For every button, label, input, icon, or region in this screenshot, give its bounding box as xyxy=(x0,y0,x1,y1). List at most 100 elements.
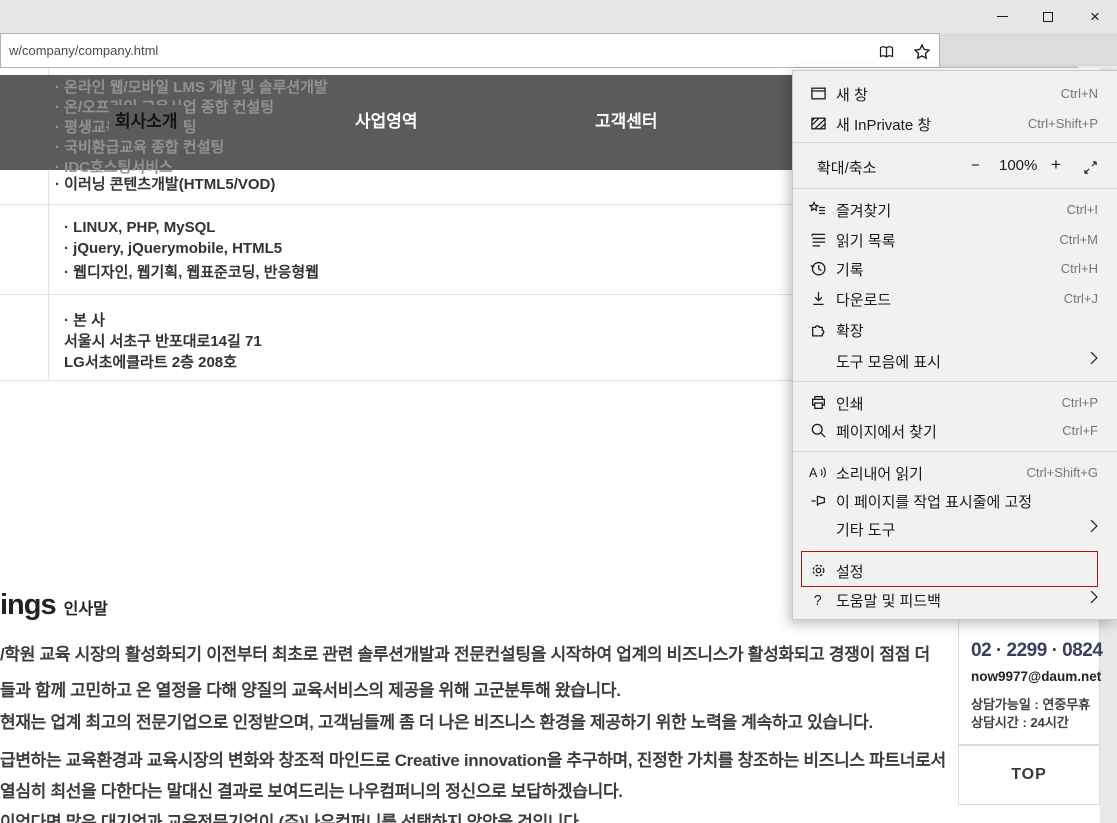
printer-icon xyxy=(809,393,827,411)
browser-toolbar: w/company/company.html xyxy=(0,33,1117,68)
title-bar: × xyxy=(0,0,1117,33)
svg-text:?: ? xyxy=(813,592,821,607)
tech-item: · jQuery, jQuerymobile, HTML5 xyxy=(64,240,282,257)
menu-label: 기록 xyxy=(836,259,864,280)
menu-label: 페이지에서 찾기 xyxy=(836,421,937,442)
menu-item-print[interactable]: 인쇄 Ctrl+P xyxy=(793,387,1117,417)
menu-label: 기타 도구 xyxy=(836,519,895,540)
greeting-heading: ings 인사말 xyxy=(0,589,108,622)
nav-item-company[interactable]: 회사소개 xyxy=(109,105,184,134)
menu-item-inprivate-window[interactable]: 새 InPrivate 창 Ctrl+Shift+P xyxy=(793,108,1117,138)
menu-label: 도구 모음에 표시 xyxy=(836,351,941,372)
menu-label: 새 창 xyxy=(836,84,868,105)
contact-days: 상담가능일 : 연중무휴 xyxy=(971,694,1090,713)
zoom-value: 100% xyxy=(999,157,1037,174)
tech-item: · 웹디자인, 웹기획, 웹표준코딩, 반응형웹 xyxy=(64,261,319,282)
new-window-icon xyxy=(809,84,827,102)
read-aloud-icon: A xyxy=(809,463,827,481)
menu-label: 이 페이지를 작업 표시줄에 고정 xyxy=(836,491,1032,512)
menu-shortcut: Ctrl+H xyxy=(1061,261,1098,276)
menu-item-history[interactable]: 기록 Ctrl+H xyxy=(793,253,1117,283)
menu-item-help-feedback[interactable]: ? 도움말 및 피드백 xyxy=(793,584,1117,614)
menu-item-find-on-page[interactable]: 페이지에서 찾기 Ctrl+F xyxy=(793,415,1117,445)
edge-browser-window: × w/company/company.html xyxy=(0,0,1117,823)
menu-divider xyxy=(793,451,1117,452)
office-address1: 서울시 서초구 반포대로14길 71 xyxy=(64,330,262,351)
menu-label: 도움말 및 피드백 xyxy=(836,590,941,611)
reading-view-button[interactable] xyxy=(873,39,899,64)
close-button[interactable]: × xyxy=(1073,0,1117,33)
nav-item-customer[interactable]: 고객센터 xyxy=(589,105,664,134)
contact-panel: 02 · 2299 · 0824 now9977@daum.net 상담가능일 … xyxy=(958,620,1100,745)
download-icon xyxy=(809,289,827,307)
edge-more-menu: 새 창 Ctrl+N 새 InPrivate 창 Ctrl+Shift+P 확대… xyxy=(792,70,1117,620)
greeting-paragraph: 급변하는 교육환경과 교육시장의 변화와 창조적 마인드로 Creative i… xyxy=(0,746,946,771)
greeting-title-en: ings xyxy=(0,589,56,622)
menu-divider xyxy=(793,381,1117,382)
menu-item-new-window[interactable]: 새 창 Ctrl+N xyxy=(793,78,1117,108)
contact-hours: 상담시간 : 24시간 xyxy=(971,712,1069,731)
menu-item-reading-list[interactable]: 읽기 목록 Ctrl+M xyxy=(793,224,1117,254)
minimize-icon xyxy=(997,16,1008,17)
menu-shortcut: Ctrl+P xyxy=(1062,395,1098,410)
menu-item-pin-to-taskbar[interactable]: 이 페이지를 작업 표시줄에 고정 xyxy=(793,485,1117,515)
tech-item: · LINUX, PHP, MySQL xyxy=(64,219,215,236)
menu-label: 확장 xyxy=(836,320,864,341)
service-item: · IDC호스팅서비스 xyxy=(55,156,173,177)
zoom-label: 확대/축소 xyxy=(817,157,876,178)
search-icon xyxy=(809,421,827,439)
office-title: · 본 사 xyxy=(64,309,105,330)
scroll-to-top-button[interactable]: TOP xyxy=(958,745,1100,805)
extensions-puzzle-icon xyxy=(809,320,827,338)
menu-label: 새 InPrivate 창 xyxy=(836,114,931,135)
menu-shortcut: Ctrl+I xyxy=(1067,202,1098,217)
menu-item-settings[interactable]: 설정 xyxy=(793,555,1117,585)
address-bar[interactable]: w/company/company.html xyxy=(0,33,940,68)
menu-item-favorites[interactable]: 즐겨찾기 Ctrl+I xyxy=(793,194,1117,224)
menu-shortcut: Ctrl+Shift+G xyxy=(1026,465,1098,480)
maximize-button[interactable] xyxy=(1026,0,1070,33)
star-icon xyxy=(913,43,931,61)
menu-label: 설정 xyxy=(836,561,864,582)
help-question-icon: ? xyxy=(809,590,827,608)
gear-icon xyxy=(809,561,827,579)
menu-shortcut: Ctrl+F xyxy=(1062,423,1098,438)
minimize-button[interactable] xyxy=(980,0,1024,33)
menu-item-read-aloud[interactable]: A 소리내어 읽기 Ctrl+Shift+G xyxy=(793,457,1117,487)
menu-label: 읽기 목록 xyxy=(836,230,895,251)
maximize-icon xyxy=(1043,12,1053,22)
chevron-right-icon xyxy=(1088,519,1100,538)
book-icon xyxy=(877,44,896,60)
inprivate-icon xyxy=(809,114,827,132)
menu-shortcut: Ctrl+N xyxy=(1061,86,1098,101)
zoom-out-button[interactable]: − xyxy=(971,157,980,174)
zoom-in-button[interactable]: + xyxy=(1051,155,1061,175)
nav-item-business[interactable]: 사업영역 xyxy=(349,105,424,134)
greeting-paragraph: /학원 교육 시장의 활성화되기 이전부터 최초로 관련 솔루션개발과 전문컨설… xyxy=(0,640,930,665)
service-item: · 온라인 웹/모바일 LMS 개발 및 솔루션개발 xyxy=(55,76,328,97)
pin-icon xyxy=(809,491,827,509)
menu-label: 즐겨찾기 xyxy=(836,200,891,221)
office-address2: LG서초에클라트 2층 208호 xyxy=(64,351,237,372)
menu-shortcut: Ctrl+M xyxy=(1059,232,1098,247)
menu-item-zoom: 확대/축소 − 100% + xyxy=(793,151,1117,181)
menu-divider xyxy=(793,142,1117,143)
menu-label: 다운로드 xyxy=(836,289,891,310)
menu-shortcut: Ctrl+J xyxy=(1064,291,1098,306)
menu-divider xyxy=(793,188,1117,189)
greeting-paragraph: 현재는 업계 최고의 전문기업으로 인정받으며, 고객님들께 좀 더 나은 비즈… xyxy=(0,708,873,733)
greeting-paragraph: 들과 함께 고민하고 온 열정을 다해 양질의 교육서비스의 제공을 위해 고군… xyxy=(0,676,621,701)
menu-item-more-tools[interactable]: 기타 도구 xyxy=(793,513,1117,543)
greeting-title-ko: 인사말 xyxy=(64,595,108,619)
menu-item-extensions[interactable]: 확장 xyxy=(793,314,1117,344)
greeting-paragraph: 열심히 최선을 다한다는 말대신 결과로 보여드리는 나우컴퍼니의 정신으로 보… xyxy=(0,777,623,802)
chevron-right-icon xyxy=(1088,590,1100,609)
menu-item-downloads[interactable]: 다운로드 Ctrl+J xyxy=(793,283,1117,313)
fullscreen-icon[interactable] xyxy=(1081,158,1099,176)
chevron-right-icon xyxy=(1088,351,1100,370)
contact-email[interactable]: now9977@daum.net xyxy=(971,669,1101,684)
url-text[interactable]: w/company/company.html xyxy=(9,43,158,58)
menu-item-show-in-toolbar[interactable]: 도구 모음에 표시 xyxy=(793,345,1117,375)
add-favorite-button[interactable] xyxy=(909,39,935,64)
close-icon: × xyxy=(1090,8,1100,25)
